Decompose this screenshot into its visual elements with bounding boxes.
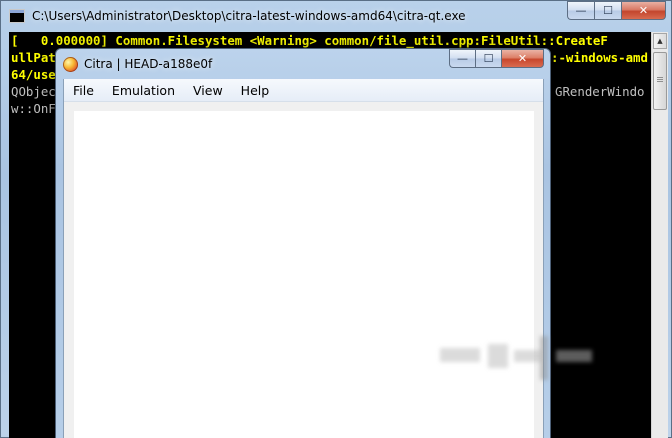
menu-help[interactable]: Help [233, 80, 278, 101]
minimize-icon: — [457, 52, 468, 65]
citra-close-button[interactable]: ✕ [501, 49, 544, 68]
scrollbar-thumb[interactable] [653, 52, 667, 110]
desktop-screen: C:\Users\Administrator\Desktop\citra-lat… [0, 0, 672, 438]
console-line: QObjec [11, 84, 56, 99]
console-window-title: C:\Users\Administrator\Desktop\citra-lat… [32, 9, 466, 23]
console-scrollbar[interactable]: ▲ [651, 32, 668, 438]
scroll-up-button[interactable]: ▲ [653, 33, 667, 49]
citra-client-area: File Emulation View Help [63, 79, 544, 438]
console-close-button[interactable]: ✕ [621, 1, 666, 20]
citra-maximize-button[interactable]: ☐ [475, 49, 501, 68]
console-line-fragment: :-windows-amd [551, 50, 648, 65]
citra-logo-icon [63, 57, 78, 72]
console-caption-buttons: — ☐ ✕ [567, 1, 666, 20]
blurred-overlay [440, 336, 600, 380]
console-line: ullPat [11, 50, 56, 65]
menu-emulation[interactable]: Emulation [104, 80, 183, 101]
console-minimize-button[interactable]: — [567, 1, 594, 20]
maximize-icon: ☐ [603, 4, 613, 17]
close-icon: ✕ [638, 4, 649, 17]
menu-file[interactable]: File [65, 80, 102, 101]
citra-titlebar[interactable]: Citra | HEAD-a188e0f — ☐ ✕ [56, 49, 550, 79]
console-titlebar[interactable]: C:\Users\Administrator\Desktop\citra-lat… [1, 1, 671, 33]
citra-menubar: File Emulation View Help [64, 79, 543, 102]
maximize-icon: ☐ [483, 52, 494, 65]
citra-minimize-button[interactable]: — [449, 49, 475, 68]
console-line-fragment: GRenderWindo [555, 84, 645, 99]
close-icon: ✕ [517, 52, 528, 65]
console-line: [ 0.000000] Common.Filesystem <Warning> … [11, 33, 608, 48]
menu-view[interactable]: View [185, 80, 231, 101]
chevron-up-icon: ▲ [657, 37, 663, 45]
minimize-icon: — [575, 4, 587, 17]
render-viewport[interactable] [74, 111, 534, 438]
citra-caption-buttons: — ☐ ✕ [449, 49, 544, 68]
console-line: w::OnF [11, 101, 56, 116]
console-line: 64/use [11, 67, 56, 82]
console-app-icon [9, 9, 25, 23]
console-maximize-button[interactable]: ☐ [594, 1, 621, 20]
citra-window-title: Citra | HEAD-a188e0f [84, 57, 213, 71]
